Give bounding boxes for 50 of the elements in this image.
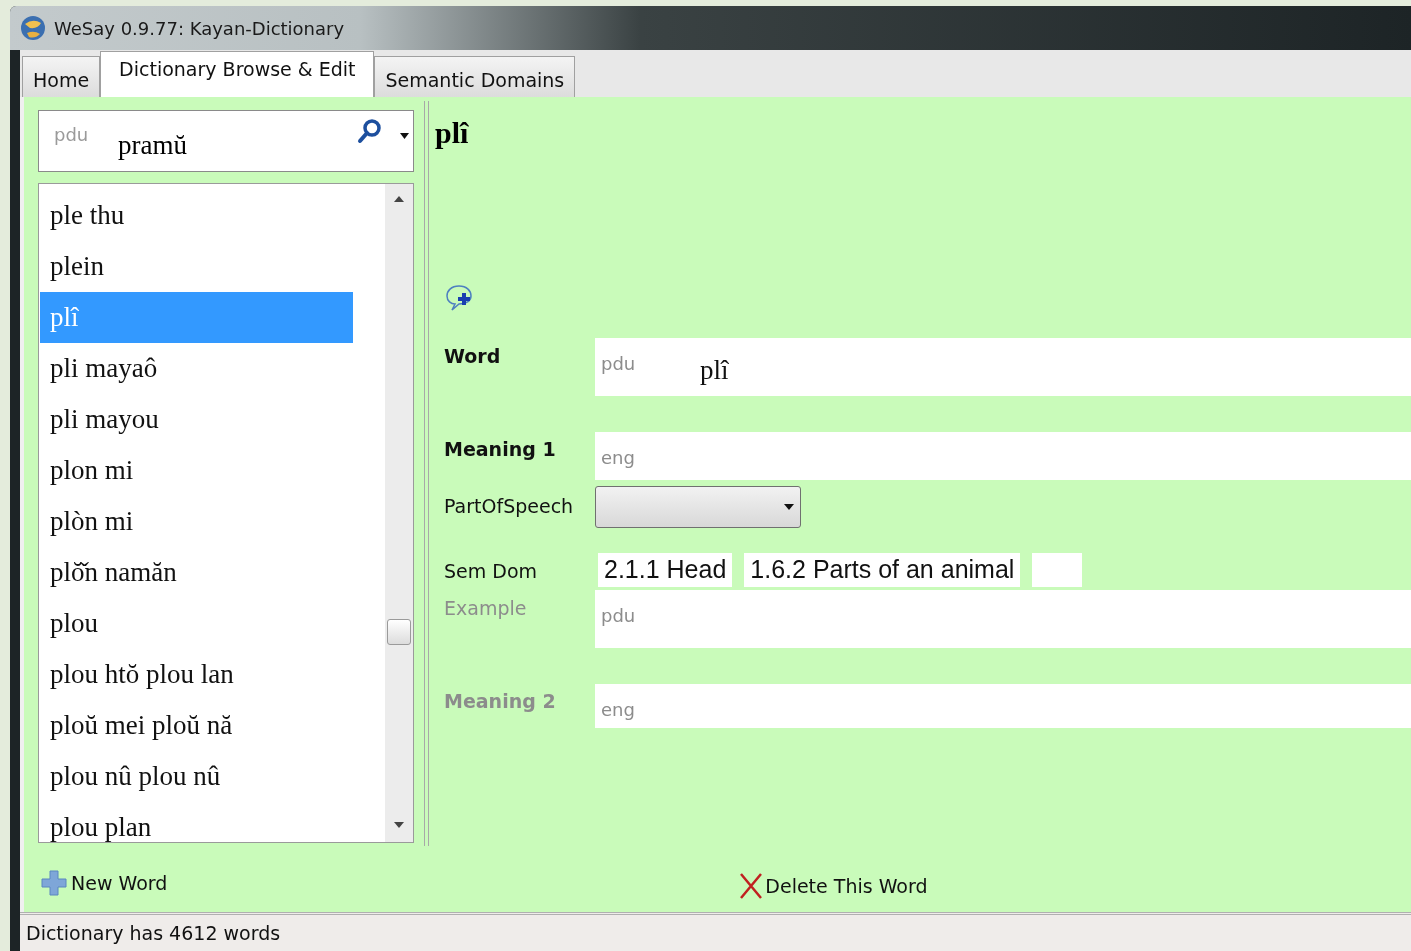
field-label: Meaning 1: [443, 437, 557, 462]
window-title: WeSay 0.9.77: Kayan-Dictionary: [54, 16, 345, 41]
scroll-thumb[interactable]: [387, 619, 411, 645]
field-value: plî: [700, 354, 729, 387]
status-text: Dictionary has 4612 words: [26, 920, 281, 946]
word-list-item[interactable]: ploŭ mei ploŭ nă: [40, 700, 353, 751]
search-icon[interactable]: [357, 118, 383, 144]
domain-tag[interactable]: 2.1.1 Head: [598, 553, 733, 587]
globe-icon: [20, 15, 46, 41]
field-label: PartOfSpeech: [443, 494, 575, 519]
word-list-item[interactable]: ple thu: [40, 190, 353, 241]
input-field[interactable]: pdu plî: [595, 338, 1411, 396]
field-label: Meaning 2: [443, 689, 557, 714]
word-list-item[interactable]: plŏ̌n namăn: [40, 547, 353, 598]
field-label: Example: [443, 596, 528, 621]
word-list-item[interactable]: plòn mi: [40, 496, 353, 547]
word-list-item[interactable]: plou htŏ plou lan: [40, 649, 353, 700]
word-list-item[interactable]: pli mayaô: [40, 343, 353, 394]
field-label: Word: [443, 344, 502, 369]
word-list-item[interactable]: pli mayou: [40, 394, 353, 445]
word-list-item[interactable]: plou: [40, 598, 353, 649]
writing-system-label: pdu: [601, 352, 636, 376]
search-field[interactable]: pdu pramŭ: [38, 110, 414, 172]
field-label: Sem Dom: [443, 559, 539, 584]
search-text: pramŭ: [118, 129, 187, 162]
delete-word-button[interactable]: Delete This Word: [739, 870, 928, 902]
tab[interactable]: Semantic Domains: [374, 56, 576, 97]
scrollbar[interactable]: [385, 184, 413, 842]
dropdown-caret-icon[interactable]: [400, 133, 409, 139]
domain-tag[interactable]: 1.6.2 Parts of an animal: [744, 553, 1021, 587]
writing-system-label: pdu: [54, 123, 89, 147]
tab[interactable]: Dictionary Browse & Edit: [100, 51, 375, 97]
close-icon: [739, 872, 764, 900]
word-list-item[interactable]: plou plan: [40, 802, 353, 842]
plus-icon: [40, 869, 68, 897]
writing-system-label: pdu: [601, 604, 636, 628]
scroll-down-icon[interactable]: [394, 822, 404, 828]
add-meaning-icon[interactable]: [445, 284, 475, 312]
tab[interactable]: Home: [22, 56, 101, 97]
word-list-item[interactable]: plon mi: [40, 445, 353, 496]
dropdown[interactable]: [595, 486, 801, 528]
scroll-up-icon[interactable]: [394, 196, 404, 202]
caret-icon: [784, 504, 794, 510]
writing-system-label: eng: [601, 446, 635, 470]
writing-system-label: eng: [601, 698, 635, 722]
headword: plî: [434, 115, 470, 150]
input-field[interactable]: [1032, 553, 1083, 587]
word-list-item[interactable]: plein: [40, 241, 353, 292]
word-list-item[interactable]: plou nû plou nû: [40, 751, 353, 802]
new-word-button[interactable]: New Word: [40, 868, 168, 898]
